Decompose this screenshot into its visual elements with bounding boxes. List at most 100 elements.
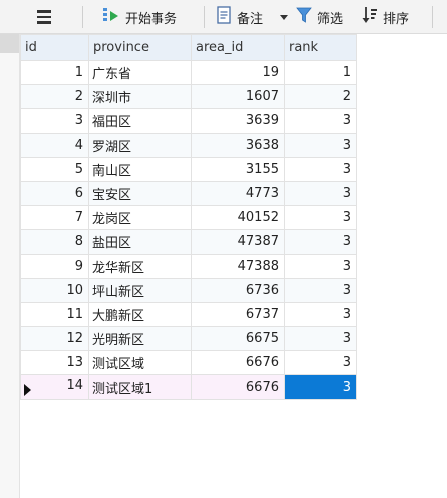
- table-row[interactable]: 11 大鹏新区 6737 3: [20, 301, 357, 328]
- table-row[interactable]: 9 龙华新区 47388 3: [20, 253, 357, 279]
- dropdown-icon[interactable]: [280, 5, 288, 29]
- cell-area-id-value: 6676: [245, 355, 279, 371]
- cell-province[interactable]: 福田区: [88, 108, 192, 134]
- cell-province[interactable]: 测试区域1: [88, 374, 192, 400]
- filter-button[interactable]: 筛选: [296, 5, 343, 29]
- column-header-province[interactable]: province: [88, 34, 192, 61]
- cell-rank[interactable]: 3: [284, 229, 357, 255]
- cell-rank[interactable]: 3: [284, 132, 357, 158]
- cell-id[interactable]: 3: [20, 108, 89, 134]
- cell-area-id[interactable]: 47388: [191, 253, 285, 279]
- cell-id[interactable]: 12: [20, 326, 89, 352]
- cell-rank-value: 3: [342, 355, 351, 371]
- cell-province-value: 深圳市: [92, 91, 132, 107]
- cell-province-value: 测试区域: [92, 357, 145, 373]
- cell-area-id[interactable]: 6676: [191, 374, 285, 400]
- cell-rank-value: 1: [342, 65, 351, 81]
- cell-area-id[interactable]: 47387: [191, 229, 285, 255]
- column-header-rank[interactable]: rank: [284, 34, 357, 61]
- cell-area-id[interactable]: 6676: [191, 350, 285, 376]
- cell-id[interactable]: 14: [20, 374, 89, 400]
- cell-rank[interactable]: 1: [284, 59, 357, 86]
- begin-transaction-button[interactable]: 开始事务: [102, 5, 177, 29]
- table-row[interactable]: 4 罗湖区 3638 3: [20, 132, 357, 158]
- cell-id[interactable]: 2: [20, 84, 89, 110]
- cell-province[interactable]: 龙岗区: [88, 205, 192, 231]
- cell-rank[interactable]: 3: [284, 301, 357, 328]
- cell-rank[interactable]: 3: [284, 108, 357, 134]
- cell-province[interactable]: 南山区: [88, 156, 192, 182]
- cell-province[interactable]: 龙华新区: [88, 253, 192, 279]
- cell-rank[interactable]: 3: [284, 205, 357, 231]
- cell-id-value: 2: [74, 89, 83, 105]
- cell-area-id[interactable]: 40152: [191, 205, 285, 231]
- table-row[interactable]: 13 测试区域 6676 3: [20, 350, 357, 376]
- cell-area-id[interactable]: 3639: [191, 108, 285, 134]
- cell-rank[interactable]: 3: [284, 277, 357, 303]
- cell-id[interactable]: 11: [20, 301, 89, 328]
- cell-area-id[interactable]: 4773: [191, 180, 285, 207]
- cell-area-id-value: 47387: [237, 234, 279, 250]
- cell-id[interactable]: 13: [20, 350, 89, 376]
- cell-rank[interactable]: 3: [284, 326, 357, 352]
- cell-province-value: 光明新区: [92, 333, 145, 349]
- cell-rank[interactable]: 3: [284, 253, 357, 279]
- cell-province[interactable]: 大鹏新区: [88, 301, 192, 328]
- cell-id[interactable]: 6: [20, 180, 89, 207]
- cell-area-id[interactable]: 6737: [191, 301, 285, 328]
- begin-transaction-label: 开始事务: [125, 11, 178, 27]
- cell-area-id[interactable]: 3638: [191, 132, 285, 158]
- cell-rank[interactable]: 3: [284, 350, 357, 376]
- table-row[interactable]: 8 盐田区 47387 3: [20, 229, 357, 255]
- cell-area-id-value: 3639: [245, 113, 279, 129]
- cell-id[interactable]: 1: [20, 59, 89, 86]
- cell-province[interactable]: 罗湖区: [88, 132, 192, 158]
- cell-area-id[interactable]: 6736: [191, 277, 285, 303]
- sort-label: 排序: [383, 11, 410, 27]
- cell-province[interactable]: 广东省: [88, 59, 192, 86]
- menu-icon[interactable]: [36, 5, 52, 29]
- cell-province[interactable]: 坪山新区: [88, 277, 192, 303]
- table-row[interactable]: 6 宝安区 4773 3: [20, 180, 357, 207]
- cell-id-value: 9: [74, 258, 83, 274]
- table-row[interactable]: 2 深圳市 1607 2: [20, 84, 357, 110]
- memo-button[interactable]: 备注: [216, 5, 263, 29]
- cell-rank-value: 3: [342, 306, 351, 322]
- cell-id[interactable]: 7: [20, 205, 89, 231]
- cell-province[interactable]: 测试区域: [88, 350, 192, 376]
- cell-province[interactable]: 光明新区: [88, 326, 192, 352]
- sort-icon: [362, 6, 378, 28]
- column-header-area-id[interactable]: area_id: [191, 34, 285, 61]
- table-row[interactable]: 10 坪山新区 6736 3: [20, 277, 357, 303]
- cell-area-id-value: 19: [262, 65, 279, 81]
- cell-province[interactable]: 盐田区: [88, 229, 192, 255]
- table-row[interactable]: 3 福田区 3639 3: [20, 108, 357, 134]
- sort-button[interactable]: 排序: [362, 5, 409, 29]
- table-row[interactable]: 14 测试区域1 6676 3: [20, 374, 357, 400]
- cell-id[interactable]: 10: [20, 277, 89, 303]
- cell-rank[interactable]: 3: [284, 180, 357, 207]
- cell-area-id[interactable]: 3155: [191, 156, 285, 182]
- table-row[interactable]: 12 光明新区 6675 3: [20, 326, 357, 352]
- cell-id[interactable]: 9: [20, 253, 89, 279]
- cell-rank[interactable]: 3: [284, 374, 357, 400]
- cell-rank[interactable]: 2: [284, 84, 357, 110]
- cell-province-value: 宝安区: [92, 188, 132, 204]
- table-row[interactable]: 5 南山区 3155 3: [20, 156, 357, 182]
- cell-province[interactable]: 宝安区: [88, 180, 192, 207]
- table-row[interactable]: 7 龙岗区 40152 3: [20, 205, 357, 231]
- column-header-id[interactable]: id: [20, 34, 89, 61]
- cell-id[interactable]: 8: [20, 229, 89, 255]
- toolbar-separator: [204, 6, 205, 28]
- cell-id[interactable]: 5: [20, 156, 89, 182]
- toolbar: 开始事务 备注 筛选 排序: [0, 0, 447, 34]
- cell-rank[interactable]: 3: [284, 156, 357, 182]
- cell-area-id[interactable]: 19: [191, 59, 285, 86]
- cell-province-value: 测试区域1: [92, 381, 153, 397]
- table-row[interactable]: 1 广东省 19 1: [20, 59, 357, 86]
- cell-province[interactable]: 深圳市: [88, 84, 192, 110]
- cell-id-value: 5: [74, 161, 83, 177]
- cell-id[interactable]: 4: [20, 132, 89, 158]
- cell-area-id[interactable]: 6675: [191, 326, 285, 352]
- cell-area-id[interactable]: 1607: [191, 84, 285, 110]
